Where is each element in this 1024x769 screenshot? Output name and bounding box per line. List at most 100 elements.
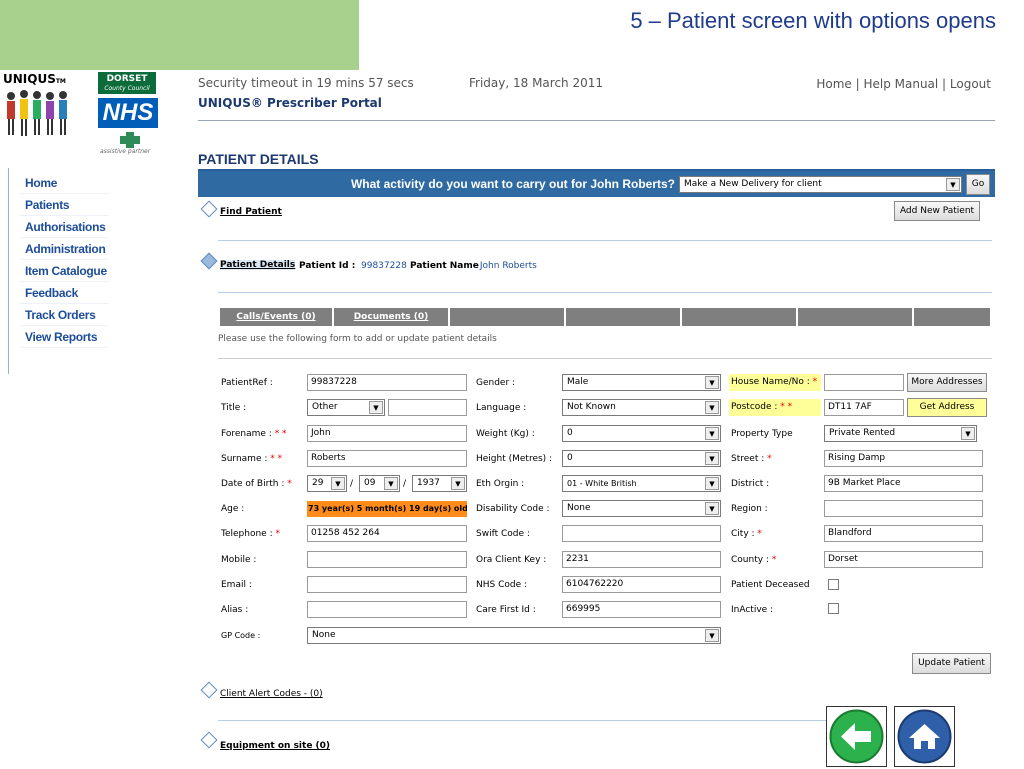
- chevron-down-icon: ▼: [705, 502, 719, 515]
- home-button[interactable]: [894, 706, 955, 767]
- expand-icon[interactable]: [200, 731, 218, 749]
- find-patient-link[interactable]: Find Patient: [220, 207, 282, 217]
- eth-origin-select[interactable]: 01 - White British ▼: [562, 475, 721, 492]
- email-input[interactable]: [307, 576, 467, 593]
- chevron-down-icon: ▼: [705, 376, 719, 389]
- dob-month-select[interactable]: 09 ▼: [359, 475, 400, 492]
- help-manual-link[interactable]: Help Manual: [863, 77, 938, 91]
- telephone-input[interactable]: 01258 452 264: [307, 525, 467, 542]
- mobile-label: Mobile :: [221, 555, 257, 565]
- dorset-logo: DORSET County Council: [98, 72, 156, 94]
- alias-label: Alias :: [221, 605, 249, 615]
- nav-item-catalogue[interactable]: Item Catalogue: [20, 260, 108, 282]
- forename-input[interactable]: John: [307, 425, 467, 442]
- language-select[interactable]: Not Known ▼: [562, 399, 721, 416]
- tab-calls-events[interactable]: Calls/Events (0): [220, 308, 334, 326]
- ora-client-key-input[interactable]: 2231: [562, 551, 721, 568]
- dob-month-value: 09: [364, 478, 376, 488]
- county-label: County : *: [731, 555, 777, 565]
- city-input[interactable]: Blandford: [824, 525, 983, 542]
- nav-patients[interactable]: Patients: [20, 194, 108, 216]
- more-addresses-button[interactable]: More Addresses: [907, 373, 987, 392]
- eth-origin-label: Eth Orgin :: [476, 479, 525, 489]
- assistive-partner-cross-icon: [120, 132, 140, 148]
- assistive-partner-text: assistive partner: [100, 148, 151, 155]
- activity-select[interactable]: Make a New Delivery for client ▼: [679, 176, 962, 193]
- chevron-down-icon: ▼: [705, 452, 719, 465]
- mobile-input[interactable]: [307, 551, 467, 568]
- district-input[interactable]: 9B Market Place: [824, 475, 983, 492]
- client-alert-codes-link[interactable]: Client Alert Codes - (0): [220, 689, 323, 699]
- update-patient-button[interactable]: Update Patient: [912, 653, 991, 674]
- patient-details-link[interactable]: Patient Details: [220, 260, 296, 270]
- title-other-input[interactable]: [388, 399, 467, 416]
- back-button[interactable]: [826, 706, 887, 767]
- county-input[interactable]: Dorset: [824, 551, 983, 568]
- gender-select[interactable]: Male ▼: [562, 374, 721, 391]
- surname-input[interactable]: Roberts: [307, 450, 467, 467]
- nav-authorisations[interactable]: Authorisations: [20, 216, 108, 238]
- property-type-select[interactable]: Private Rented ▼: [824, 425, 977, 442]
- people-figures-icon: [7, 90, 67, 136]
- gp-code-select[interactable]: None ▼: [307, 627, 721, 644]
- logout-link[interactable]: Logout: [950, 77, 991, 91]
- weight-value: 0: [567, 428, 573, 438]
- postcode-input[interactable]: DT11 7AF: [824, 399, 904, 416]
- patient-id-value: 99837228: [361, 261, 407, 271]
- alias-input[interactable]: [307, 601, 467, 618]
- dob-label: Date of Birth : *: [221, 479, 292, 489]
- swift-code-label: Swift Code :: [476, 529, 530, 539]
- region-input[interactable]: [824, 500, 983, 517]
- collapse-icon[interactable]: [200, 252, 218, 270]
- add-new-patient-button[interactable]: Add New Patient: [894, 201, 980, 221]
- chevron-down-icon: ▼: [705, 629, 719, 642]
- get-address-button[interactable]: Get Address: [907, 398, 987, 417]
- chevron-down-icon: ▼: [705, 477, 719, 490]
- nav-home[interactable]: Home: [20, 172, 108, 194]
- activity-bar: What activity do you want to carry out f…: [198, 169, 995, 197]
- property-type-value: Private Rented: [829, 428, 896, 438]
- equipment-on-site-link[interactable]: Equipment on site (0): [220, 741, 330, 751]
- inactive-checkbox[interactable]: [828, 603, 839, 614]
- top-links: Home | Help Manual | Logout: [816, 77, 991, 91]
- patient-name-value: : John Roberts: [474, 261, 537, 271]
- form-instructions: Please use the following form to add or …: [218, 334, 497, 344]
- home-link[interactable]: Home: [816, 77, 851, 91]
- go-button[interactable]: Go: [966, 174, 990, 195]
- nav-track-orders[interactable]: Track Orders: [20, 304, 108, 326]
- email-label: Email :: [221, 580, 252, 590]
- nhs-code-input[interactable]: 6104762220: [562, 576, 721, 593]
- left-nav: Home Patients Authorisations Administrat…: [20, 172, 108, 348]
- district-label: District :: [731, 479, 770, 489]
- patientref-input[interactable]: 99837228: [307, 374, 467, 391]
- care-first-id-label: Care First Id :: [476, 605, 536, 615]
- title-select[interactable]: Other ▼: [307, 399, 385, 416]
- region-label: Region :: [731, 504, 768, 514]
- care-first-id-input[interactable]: 669995: [562, 601, 721, 618]
- age-label: Age :: [221, 504, 245, 514]
- weight-select[interactable]: 0 ▼: [562, 425, 721, 442]
- form-divider: [218, 358, 992, 359]
- patient-deceased-checkbox[interactable]: [828, 579, 839, 590]
- postcode-label: Postcode : * *: [729, 399, 821, 416]
- nhs-logo: NHS: [98, 98, 158, 128]
- tab-documents[interactable]: Documents (0): [334, 308, 450, 326]
- chevron-down-icon: ▼: [384, 477, 398, 490]
- nav-divider: [8, 168, 9, 374]
- dob-day-value: 29: [312, 478, 324, 488]
- dob-year-select[interactable]: 1937 ▼: [412, 475, 467, 492]
- nav-feedback[interactable]: Feedback: [20, 282, 108, 304]
- house-name-input[interactable]: [824, 374, 904, 391]
- language-label: Language :: [476, 403, 527, 413]
- dob-day-select[interactable]: 29 ▼: [307, 475, 347, 492]
- disability-code-label: Disability Code :: [476, 504, 550, 514]
- nav-administration[interactable]: Administration: [20, 238, 108, 260]
- nav-view-reports[interactable]: View Reports: [20, 326, 108, 348]
- disability-code-select[interactable]: None ▼: [562, 500, 721, 517]
- height-select[interactable]: 0 ▼: [562, 450, 721, 467]
- swift-code-input[interactable]: [562, 525, 721, 542]
- inactive-label: InActive :: [731, 605, 774, 615]
- expand-icon[interactable]: [200, 681, 218, 699]
- street-input[interactable]: Rising Damp: [824, 450, 983, 467]
- expand-icon[interactable]: [200, 200, 218, 218]
